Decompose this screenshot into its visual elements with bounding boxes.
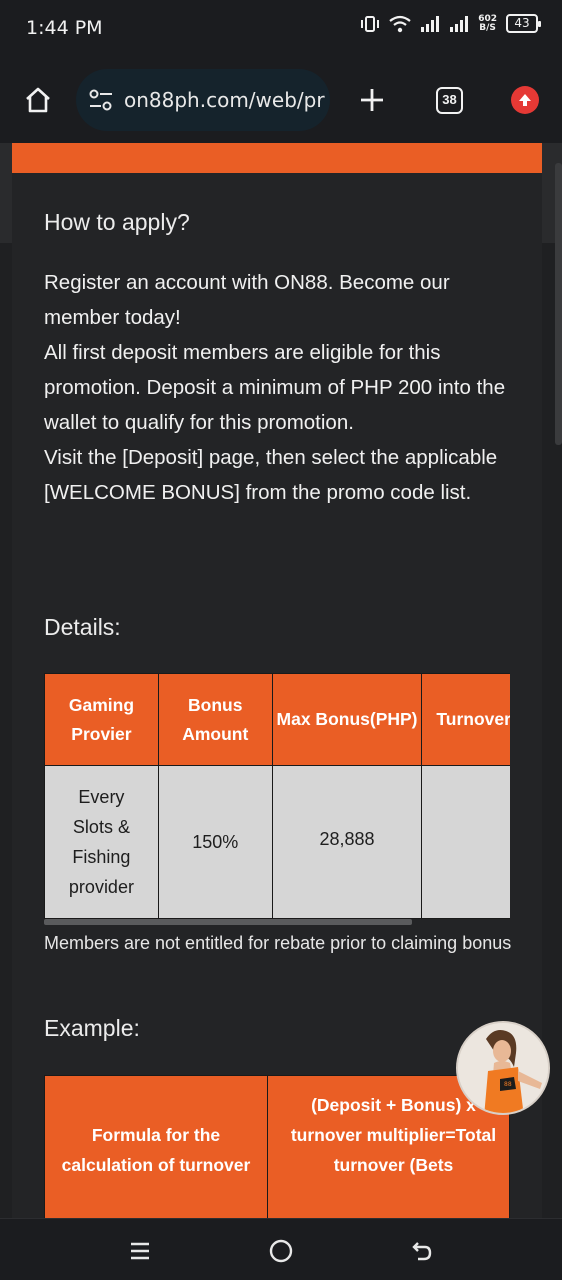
example-table[interactable]: Formula for the calculation of turnover … — [44, 1075, 510, 1218]
table-header-cell: Gaming Provier — [44, 673, 159, 766]
example-cell: Formula for the calculation of turnover — [44, 1075, 268, 1218]
table-cell — [421, 765, 510, 919]
status-icons: 602 B/S 43 — [360, 14, 541, 33]
agent-avatar-icon: 88 — [458, 1023, 548, 1113]
home-circle-icon — [269, 1239, 293, 1263]
example-title: Example: — [44, 1015, 140, 1041]
signal-icon-2 — [450, 15, 469, 32]
vibrate-icon — [361, 15, 380, 32]
details-title: Details: — [44, 614, 121, 640]
table-header-cell: Bonus Amount — [157, 673, 273, 766]
table-cell: 150% — [157, 765, 273, 919]
how-to-apply-title: How to apply? — [44, 209, 190, 235]
network-speed: 602 B/S — [478, 14, 497, 33]
network-speed-unit: B/S — [479, 22, 496, 33]
site-settings-icon[interactable] — [88, 87, 114, 113]
url-text[interactable]: on88ph.com/web/pr — [124, 88, 325, 112]
new-tab-button[interactable] — [352, 80, 392, 120]
recents-button[interactable] — [122, 1233, 158, 1269]
update-arrow-icon — [519, 94, 531, 106]
table-row: Every Slots & Fishing provider 150% 28,8… — [44, 765, 510, 919]
plus-icon — [361, 89, 383, 111]
table-cell: Every Slots & Fishing provider — [44, 765, 159, 919]
details-table[interactable]: Gaming Provier Bonus Amount Max Bonus(PH… — [44, 673, 510, 919]
status-bar: 1:44 PM 602 B/S 43 — [0, 0, 562, 58]
details-table-grid: Gaming Provier Bonus Amount Max Bonus(PH… — [44, 673, 510, 919]
home-nav-button[interactable] — [263, 1233, 299, 1269]
table-horizontal-scrollbar[interactable] — [44, 919, 412, 925]
svg-text:88: 88 — [504, 1081, 512, 1088]
how-to-apply-body: Register an account with ON88. Become ou… — [44, 265, 514, 510]
table-cell: 28,888 — [271, 765, 423, 919]
how-to-apply-line: Register an account with ON88. Become ou… — [44, 271, 450, 329]
support-avatar-button[interactable]: 88 — [456, 1021, 550, 1115]
system-navigation-bar — [0, 1218, 562, 1280]
how-to-apply-line: Visit the [Deposit] page, then select th… — [44, 446, 498, 504]
page-scrollbar[interactable] — [555, 163, 562, 445]
home-icon — [26, 87, 50, 113]
promo-banner-strip — [12, 143, 542, 173]
update-button[interactable] — [511, 86, 539, 114]
table-header-row: Gaming Provier Bonus Amount Max Bonus(PH… — [44, 673, 510, 766]
rebate-note: Members are not entitled for rebate prio… — [44, 933, 512, 953]
status-time: 1:44 PM — [26, 17, 103, 39]
table-header-cell: Max Bonus(PHP) — [271, 673, 423, 766]
wifi-icon — [389, 15, 411, 32]
battery-indicator: 43 — [506, 14, 541, 33]
table-header-cell: Turnover — [421, 673, 510, 766]
signal-icon-1 — [421, 15, 440, 32]
recents-icon — [131, 1242, 149, 1260]
tab-switcher-button[interactable]: 38 — [436, 87, 463, 114]
back-button[interactable] — [404, 1233, 440, 1269]
home-button[interactable] — [18, 80, 58, 120]
browser-toolbar: on88ph.com/web/pr 38 — [0, 58, 562, 143]
how-to-apply-line: All first deposit members are eligible f… — [44, 341, 506, 434]
address-bar[interactable]: on88ph.com/web/pr — [76, 69, 330, 131]
back-icon — [412, 1242, 432, 1261]
